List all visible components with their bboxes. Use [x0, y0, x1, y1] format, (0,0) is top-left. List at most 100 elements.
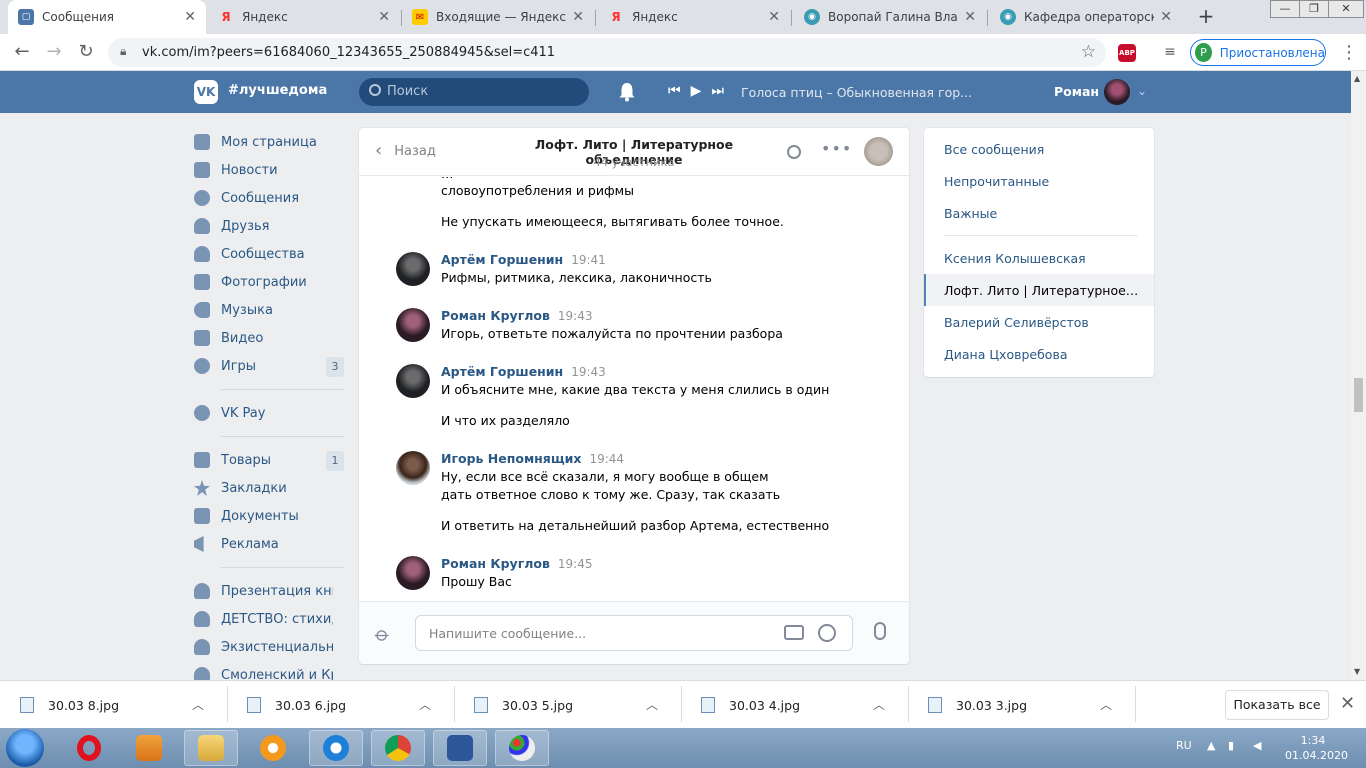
adblock-extension-icon[interactable]: ABP	[1118, 44, 1136, 62]
download-item[interactable]: 30.03 8.jpg ︿	[0, 689, 218, 721]
reload-icon[interactable]: ↻	[74, 40, 98, 64]
author-avatar[interactable]	[396, 364, 430, 398]
scrollbar-thumb[interactable]	[1354, 378, 1363, 412]
network-icon[interactable]: ▮	[1228, 739, 1234, 752]
paperclip-icon[interactable]: ⌀	[370, 621, 395, 646]
download-item[interactable]: 30.03 4.jpg ︿	[681, 689, 899, 721]
url-text[interactable]: vk.com/im?peers=61684060_12343655_250884…	[142, 45, 555, 60]
sidebar-item-ads[interactable]: Реклама	[194, 530, 344, 558]
new-tab-button[interactable]: +	[1194, 4, 1218, 28]
sidebar-item-vkpay[interactable]: VK Pay	[194, 399, 344, 427]
filter-all-messages[interactable]: Все сообщения	[924, 133, 1154, 165]
dialog-item[interactable]: Диана Цховребова	[924, 338, 1154, 370]
dialog-item[interactable]: Ксения Колышевская	[924, 242, 1154, 274]
sidebar-item-friends[interactable]: Друзья	[194, 212, 344, 240]
close-tab-icon[interactable]: ✕	[964, 9, 976, 25]
browser-menu-icon[interactable]: ⋮	[1340, 42, 1358, 63]
sidebar-item-bookmarks[interactable]: Закладки	[194, 474, 344, 502]
tab-messages[interactable]: ▢ Сообщения ✕	[8, 0, 206, 34]
sidebar-item-video[interactable]: Видео	[194, 324, 344, 352]
vk-search-input[interactable]: Поиск	[359, 78, 589, 106]
sidebar-item-messages[interactable]: Сообщения	[194, 184, 344, 212]
sidebar-item-music[interactable]: Музыка	[194, 296, 344, 324]
restore-window-button[interactable]: ❐	[1299, 0, 1329, 18]
taskbar-chrome[interactable]	[371, 730, 425, 766]
tab-yandex-1[interactable]: Я Яндекс ✕	[208, 0, 400, 34]
message-author[interactable]: Игорь Непомнящих 19:44	[441, 451, 624, 466]
taskbar-opera[interactable]	[62, 730, 116, 766]
sidebar-item-my-page[interactable]: Моя страница	[194, 128, 344, 156]
back-arrow-icon[interactable]: ←	[10, 40, 34, 64]
close-icon[interactable]: ✕	[1340, 693, 1355, 714]
close-tab-icon[interactable]: ✕	[572, 9, 584, 25]
author-avatar[interactable]	[396, 451, 430, 485]
address-bar[interactable]: 🔒︎ vk.com/im?peers=61684060_12343655_250…	[108, 38, 1106, 67]
taskbar-paint[interactable]	[495, 730, 549, 766]
system-clock[interactable]: 1:34 01.04.2020	[1285, 733, 1348, 763]
sidebar-item-documents[interactable]: Документы	[194, 502, 344, 530]
author-avatar[interactable]	[396, 308, 430, 342]
vk-slogan[interactable]: #лучшедома	[228, 83, 327, 98]
back-button[interactable]: ‹ Назад	[375, 142, 436, 160]
taskbar-internet-explorer[interactable]	[309, 730, 363, 766]
header-user-name[interactable]: Роман	[1054, 84, 1099, 99]
taskbar-word[interactable]	[433, 730, 487, 766]
page-scrollbar[interactable]: ▲ ▼	[1351, 71, 1366, 680]
sidebar-item-games[interactable]: Игры 3	[194, 352, 344, 380]
media-controls-icon[interactable]: ≡	[1158, 40, 1182, 64]
sidebar-item-goods[interactable]: Товары 1	[194, 446, 344, 474]
more-actions-icon[interactable]: •••	[821, 139, 852, 158]
taskbar-explorer[interactable]	[184, 730, 238, 766]
bookmark-star-icon[interactable]: ☆	[1081, 42, 1096, 62]
filter-important[interactable]: Важные	[924, 197, 1154, 229]
author-avatar[interactable]	[396, 556, 430, 590]
volume-icon[interactable]: ◀	[1253, 739, 1261, 752]
emoji-icon[interactable]	[818, 624, 836, 642]
tab-yandex-2[interactable]: Я Яндекс ✕	[598, 0, 790, 34]
next-track-icon[interactable]: ⏭︎	[711, 83, 724, 99]
search-icon[interactable]	[787, 145, 801, 159]
message-author[interactable]: Роман Круглов 19:43	[441, 308, 592, 323]
header-avatar[interactable]	[1104, 79, 1130, 105]
author-avatar[interactable]	[396, 252, 430, 286]
forward-arrow-icon[interactable]: →	[42, 40, 66, 64]
tab-kafedra[interactable]: ◉ Кафедра операторского мастерства ✕	[990, 0, 1182, 34]
chevron-up-icon[interactable]: ︿	[419, 696, 431, 713]
chat-avatar[interactable]	[864, 137, 893, 166]
chevron-up-icon[interactable]: ︿	[873, 696, 885, 713]
scroll-down-icon[interactable]: ▼	[1354, 667, 1360, 676]
dialog-item[interactable]: Валерий Селивёрстов	[924, 306, 1154, 338]
bell-icon[interactable]	[618, 82, 636, 102]
profile-button[interactable]: Р Приостановлена	[1190, 39, 1326, 66]
close-window-button[interactable]: ✕	[1328, 0, 1364, 18]
scroll-up-icon[interactable]: ▲	[1354, 74, 1360, 83]
dialog-item-active[interactable]: Лофт. Лито | Литературное…	[924, 274, 1154, 306]
close-tab-icon[interactable]: ✕	[378, 9, 390, 25]
sidebar-item-news[interactable]: Новости	[194, 156, 344, 184]
play-icon[interactable]: ▶︎	[691, 83, 702, 99]
tray-expand-icon[interactable]: ▲	[1207, 739, 1215, 752]
microphone-icon[interactable]	[874, 622, 886, 640]
tab-mail[interactable]: ✉ Входящие — Яндекс.Почта ✕	[402, 0, 594, 34]
close-tab-icon[interactable]: ✕	[768, 9, 780, 25]
current-track-title[interactable]: Голоса птиц – Обыкновенная гор...	[741, 85, 972, 100]
windows-start-button[interactable]	[6, 729, 44, 767]
chat-members-count[interactable]: 44 участника	[489, 155, 779, 169]
message-input[interactable]: Напишите сообщение...	[415, 615, 853, 651]
sidebar-item-community[interactable]: ДЕТСТВО: стихи,..	[194, 605, 344, 633]
language-indicator[interactable]: RU	[1176, 739, 1192, 752]
download-item[interactable]: 30.03 5.jpg ︿	[454, 689, 672, 721]
sidebar-item-community[interactable]: Экзистенциальна..	[194, 633, 344, 661]
previous-track-icon[interactable]: ⏮︎	[668, 83, 681, 99]
download-item[interactable]: 30.03 6.jpg ︿	[227, 689, 445, 721]
taskbar-app[interactable]	[246, 730, 300, 766]
tab-voropai[interactable]: ◉ Воропай Галина Владимировна ✕	[794, 0, 986, 34]
minimize-window-button[interactable]: —	[1270, 0, 1300, 18]
camera-icon[interactable]	[784, 625, 804, 640]
message-author[interactable]: Артём Горшенин 19:41	[441, 252, 606, 267]
chevron-up-icon[interactable]: ︿	[1100, 696, 1112, 713]
message-author[interactable]: Артём Горшенин 19:43	[441, 364, 606, 379]
download-item[interactable]: 30.03 3.jpg ︿	[908, 689, 1126, 721]
taskbar-media-player[interactable]	[122, 730, 176, 766]
chevron-up-icon[interactable]: ︿	[646, 696, 658, 713]
